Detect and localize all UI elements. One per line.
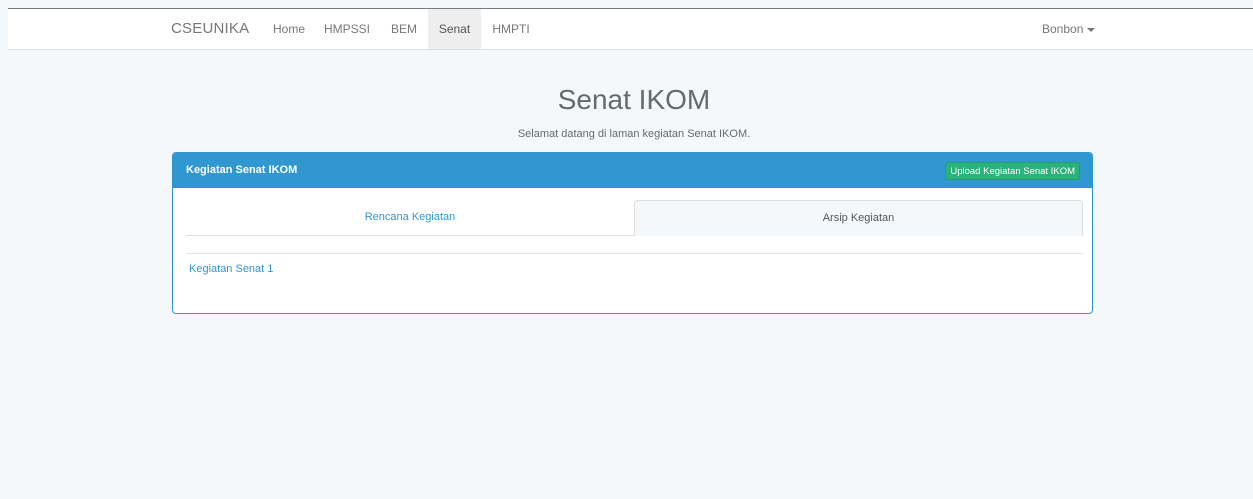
- activity-list-item[interactable]: Kegiatan Senat 1: [189, 261, 273, 277]
- panel-heading: Kegiatan Senat IKOM Upload Kegiatan Sena…: [173, 153, 1092, 188]
- navbar: CSEUNIKA Home HMPSSI BEM Senat HMPTI Bon…: [8, 9, 1253, 50]
- user-name: Bonbon: [1042, 22, 1084, 36]
- navbar-brand[interactable]: CSEUNIKA: [171, 9, 249, 49]
- tab-rencana-kegiatan[interactable]: Rencana Kegiatan: [186, 200, 634, 235]
- user-menu[interactable]: Bonbon: [1042, 9, 1096, 49]
- page-subtitle: Selamat datang di laman kegiatan Senat I…: [517, 128, 751, 140]
- caret-down-icon: [1087, 27, 1096, 32]
- nav-item-bem[interactable]: BEM: [385, 9, 423, 49]
- nav-item-hmpti[interactable]: HMPTI: [488, 9, 534, 49]
- page-title: Senat IKOM: [557, 84, 711, 115]
- nav-item-senat[interactable]: Senat: [428, 9, 481, 49]
- nav-item-hmpssi[interactable]: HMPSSI: [321, 9, 373, 49]
- tab-arsip-kegiatan[interactable]: Arsip Kegiatan: [634, 200, 1083, 236]
- list-divider: [186, 253, 1083, 254]
- activity-tabs: Rencana Kegiatan Arsip Kegiatan: [186, 200, 1083, 236]
- page: CSEUNIKA Home HMPSSI BEM Senat HMPTI Bon…: [0, 0, 1253, 499]
- activities-panel: Kegiatan Senat IKOM Upload Kegiatan Sena…: [172, 152, 1093, 314]
- nav-item-home[interactable]: Home: [266, 9, 312, 49]
- panel-title: Kegiatan Senat IKOM: [186, 164, 298, 176]
- upload-activity-button[interactable]: Upload Kegiatan Senat IKOM: [945, 162, 1080, 180]
